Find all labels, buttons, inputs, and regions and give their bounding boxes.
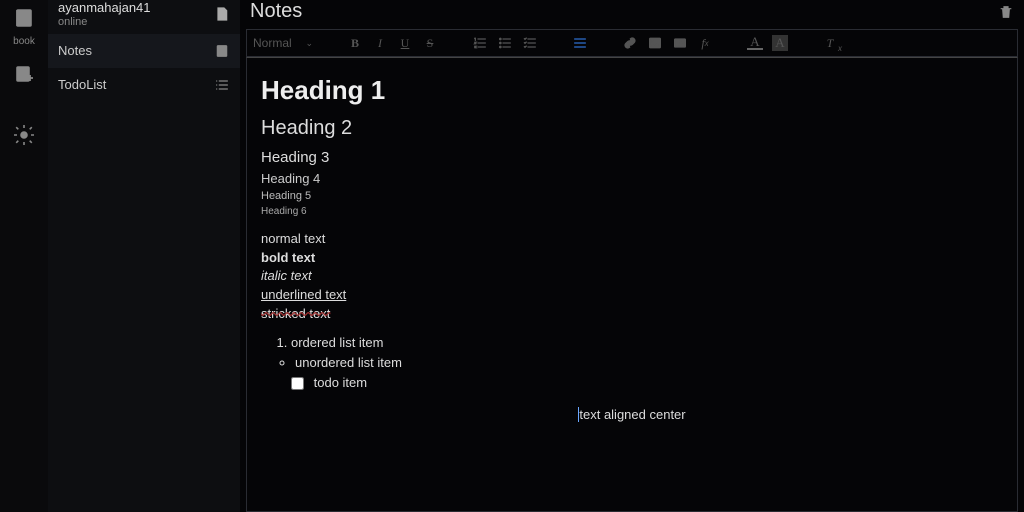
- page-title: Notes: [250, 0, 302, 23]
- underline-button[interactable]: U: [397, 35, 413, 51]
- todo-checkbox[interactable]: [291, 377, 304, 390]
- add-book-icon[interactable]: [12, 63, 36, 87]
- text-strike: stricked text: [261, 305, 1003, 324]
- main-header: Notes: [240, 0, 1024, 27]
- text-underline: underlined text: [261, 286, 1003, 305]
- strike-button[interactable]: S: [422, 35, 438, 51]
- unordered-list-button[interactable]: [497, 35, 513, 51]
- main: Notes Normal ⌄ B I U S: [240, 0, 1024, 512]
- bold-button[interactable]: B: [347, 35, 363, 51]
- heading-3: Heading 3: [261, 147, 1003, 169]
- centered-text: text aligned center: [261, 406, 1003, 425]
- app-rail: book: [0, 0, 48, 512]
- checklist-button[interactable]: [522, 35, 538, 51]
- align-button[interactable]: [572, 35, 588, 51]
- text-color-button[interactable]: A: [747, 36, 763, 50]
- editor-body[interactable]: Heading 1 Heading 2 Heading 3 Heading 4 …: [246, 57, 1018, 512]
- heading-6: Heading 6: [261, 205, 1003, 220]
- book-icon[interactable]: [12, 6, 36, 30]
- ordered-list-item: ordered list item: [291, 334, 1003, 353]
- editor-toolbar: Normal ⌄ B I U S: [246, 29, 1018, 57]
- list-icon: [214, 77, 230, 93]
- new-note-icon[interactable]: [214, 6, 230, 22]
- link-button[interactable]: [622, 35, 638, 51]
- todo-list-item: todo item: [291, 374, 1003, 393]
- sidebar: ayanmahajan41 online Notes TodoList: [48, 0, 240, 512]
- settings-icon[interactable]: [12, 123, 36, 147]
- ordered-list-button[interactable]: [472, 35, 488, 51]
- text-italic: italic text: [261, 267, 1003, 286]
- chevron-updown-icon: ⌄: [305, 38, 313, 49]
- heading-1: Heading 1: [261, 72, 1003, 110]
- username: ayanmahajan41: [58, 0, 151, 16]
- heading-4: Heading 4: [261, 170, 1003, 189]
- delete-icon[interactable]: [998, 4, 1014, 20]
- rail-book-label: book: [13, 36, 35, 47]
- text-normal: normal text: [261, 230, 1003, 249]
- italic-button[interactable]: I: [372, 35, 388, 51]
- sidebar-item-label: Notes: [58, 43, 92, 58]
- todo-label: todo item: [314, 375, 367, 390]
- heading-2: Heading 2: [261, 114, 1003, 143]
- formula-button[interactable]: fx: [697, 35, 713, 51]
- format-select-value: Normal: [253, 36, 292, 50]
- format-select[interactable]: Normal ⌄: [253, 36, 313, 50]
- sidebar-item-label: TodoList: [58, 77, 106, 92]
- sidebar-header: ayanmahajan41 online: [48, 0, 240, 34]
- text-bold: bold text: [261, 249, 1003, 268]
- unordered-list-item: unordered list item: [295, 354, 1003, 373]
- highlight-button[interactable]: A: [772, 35, 788, 51]
- video-button[interactable]: [672, 35, 688, 51]
- image-button[interactable]: [647, 35, 663, 51]
- user-status: online: [58, 16, 151, 28]
- heading-5: Heading 5: [261, 189, 1003, 205]
- notes-icon: [214, 43, 230, 59]
- clear-format-button[interactable]: Tx: [822, 35, 838, 51]
- sidebar-item-todolist[interactable]: TodoList: [48, 68, 240, 102]
- sidebar-item-notes[interactable]: Notes: [48, 34, 240, 68]
